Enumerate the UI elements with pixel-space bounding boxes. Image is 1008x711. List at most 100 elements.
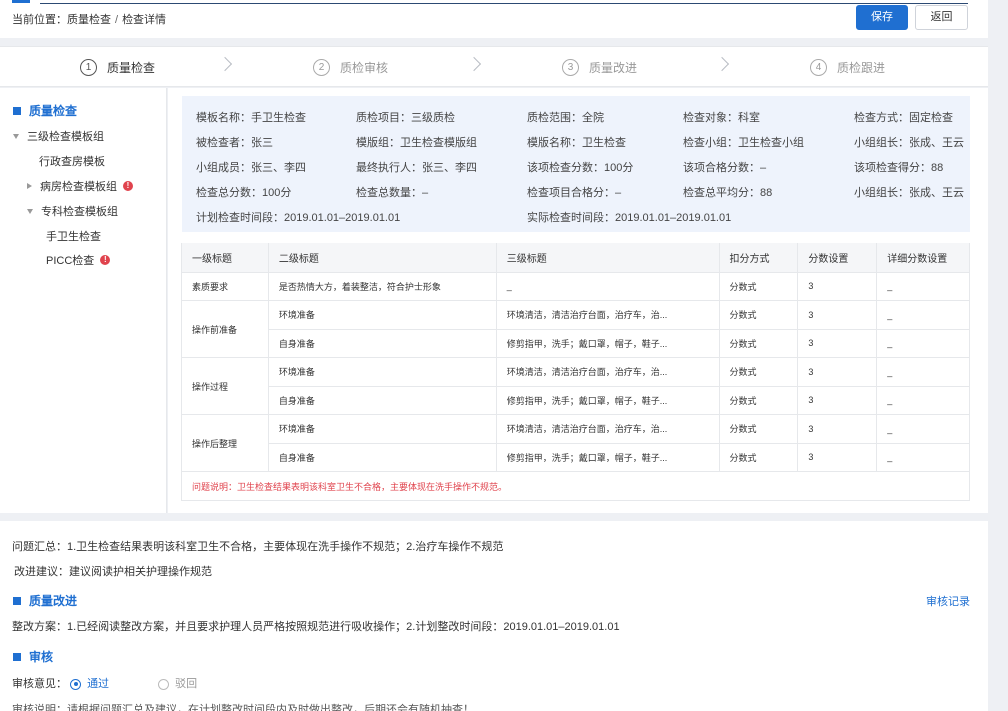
cell-level2: 环境准备 xyxy=(267,357,497,387)
review-section: 问题汇总：1.卫生检查结果表明该科室卫生不合格，主要体现在洗手操作不规范；2.治… xyxy=(0,521,988,711)
info-total-score: 检查总分数：100分 xyxy=(196,187,292,199)
tree-node-ward-group[interactable]: 病房检查模板组! xyxy=(27,178,133,194)
radio-pass-label[interactable]: 通过 xyxy=(87,678,109,690)
step-label: 质检审核 xyxy=(340,60,389,75)
info-leader-2: 小组组长：张成、王云 xyxy=(854,187,964,199)
info-avg-score: 检查总平均分：88 xyxy=(683,187,773,199)
tree-node-admin-round[interactable]: 行政查房模板 xyxy=(39,153,105,169)
cell-detail: _ xyxy=(876,272,970,301)
breadcrumb-prefix: 当前位置： xyxy=(12,14,67,26)
cell-score: 3 xyxy=(797,443,877,472)
caret-down-icon[interactable] xyxy=(13,133,19,139)
column-header: 分数设置 xyxy=(797,243,877,273)
warning-icon: ! xyxy=(123,181,133,191)
tree-node-specialty-group[interactable]: 专科检查模板组 xyxy=(27,203,118,219)
cell-level1: 素质要求 xyxy=(181,272,269,301)
table-row: 操作过程 环境准备 环境清洁，清洁治疗台面，治疗车，治... 分数式 3 _ xyxy=(181,357,970,415)
step-quality-followup[interactable]: 4 质检跟进 xyxy=(810,58,885,76)
save-button[interactable]: 保存 xyxy=(856,5,908,30)
table-row: 自身准备 修剪指甲，洗手；戴口罩，帽子，鞋子... 分数式 3 _ xyxy=(182,443,970,472)
cell-level2: 环境准备 xyxy=(267,300,497,330)
improvement-advice: 改进建议：建议阅读护相关护理操作规范 xyxy=(14,566,212,578)
score-table: 一级标题 二级标题 三级标题 扣分方式 分数设置 详细分数设置 素质要求 是否热… xyxy=(181,243,970,501)
step-label: 质量检查 xyxy=(107,60,156,75)
cell-level2: 自身准备 xyxy=(267,329,497,358)
cell-level1: 操作前准备 xyxy=(181,300,269,358)
chevron-right-icon xyxy=(217,56,233,72)
caret-down-icon[interactable] xyxy=(27,208,33,214)
cell-level3: 环境清洁，清洁治疗台面，治疗车，治... xyxy=(495,300,720,330)
back-button[interactable]: 返回 xyxy=(915,5,968,30)
info-template-group: 模版组：卫生检查模版组 xyxy=(356,137,477,149)
info-members: 小组成员：张三、李四 xyxy=(196,162,306,174)
section-marker-icon xyxy=(13,596,21,605)
cell-level2: 自身准备 xyxy=(267,386,497,415)
cell-level1: 操作后整理 xyxy=(181,414,269,472)
table-row: 素质要求 是否热情大方，着装整洁，符合护士形象 _ 分数式 3 _ xyxy=(181,272,970,301)
info-scope: 质检范围：全院 xyxy=(527,112,604,124)
breadcrumb-separator: / xyxy=(115,14,119,26)
table-row: 自身准备 修剪指甲，洗手；戴口罩，帽子，鞋子... 分数式 3 _ xyxy=(182,329,970,358)
cell-level3: 修剪指甲，洗手；戴口罩，帽子，鞋子... xyxy=(495,443,720,472)
cell-level2: 自身准备 xyxy=(267,443,497,472)
info-pass-score: 检查项目合格分：– xyxy=(527,187,622,199)
info-template-name2: 模版名称：卫生检查 xyxy=(527,137,626,149)
info-examinee: 被检查者：张三 xyxy=(196,137,273,149)
brand-mark xyxy=(12,0,30,3)
breadcrumb-level1[interactable]: 质量检查 xyxy=(67,14,111,26)
table-row: 操作前准备 环境准备 环境清洁，清洁治疗台面，治疗车，治... 分数式 3 _ xyxy=(181,300,970,358)
caret-right-icon[interactable] xyxy=(27,183,32,189)
table-header-row: 一级标题 二级标题 三级标题 扣分方式 分数设置 详细分数设置 xyxy=(181,243,970,273)
cell-method: 分数式 xyxy=(718,300,798,330)
tree-node-hand-hygiene[interactable]: 手卫生检查 xyxy=(46,228,101,244)
step-quality-improve[interactable]: 3 质量改进 xyxy=(562,58,637,76)
step-progress: 1 质量检查 2 质检审核 3 质量改进 4 质检跟进 xyxy=(0,46,988,87)
step-label: 质量改进 xyxy=(589,60,638,75)
cell-level3: 环境清洁，清洁治疗台面，治疗车，治... xyxy=(495,414,720,444)
info-plan-time: 计划检查时间段：2019.01.01–2019.01.01 xyxy=(196,212,401,224)
top-bar: 当前位置：质量检查 / 检查详情 保存 返回 xyxy=(0,0,988,38)
info-item-score: 该项检查得分：88 xyxy=(854,162,944,174)
audit-opinion: 审核意见： 通过 驳回 xyxy=(12,675,197,691)
column-header: 二级标题 xyxy=(267,243,497,273)
step-label: 质检跟进 xyxy=(837,60,886,75)
cell-score: 3 xyxy=(797,386,877,415)
cell-level3: 环境清洁，清洁治疗台面，治疗车，治... xyxy=(495,357,720,387)
cell-method: 分数式 xyxy=(718,386,798,415)
chevron-right-icon xyxy=(466,56,482,72)
tree-node-level3-group[interactable]: 三级检查模板组 xyxy=(13,128,104,144)
cell-score: 3 xyxy=(797,329,877,358)
problem-note: 问题说明：卫生检查结果表明该科室卫生不合格，主要体现在洗手操作不规范。 xyxy=(181,471,970,501)
radio-reject-label[interactable]: 驳回 xyxy=(175,678,197,690)
info-template-name: 模板名称：手卫生检查 xyxy=(196,112,306,124)
info-total-count: 检查总数量：– xyxy=(356,187,429,199)
section-marker-icon xyxy=(13,652,21,661)
step-quality-review[interactable]: 2 质检审核 xyxy=(313,58,388,76)
info-executor: 最终执行人：张三、李四 xyxy=(356,162,477,174)
cell-detail: _ xyxy=(876,386,970,415)
tree-node-picc[interactable]: PICC检查! xyxy=(46,252,111,268)
cell-level3: 修剪指甲，洗手；戴口罩，帽子，鞋子... xyxy=(495,386,720,415)
step-number: 1 xyxy=(80,58,97,76)
breadcrumb-level2: 检查详情 xyxy=(122,14,167,26)
column-header: 扣分方式 xyxy=(718,243,798,273)
improvement-plan: 整改方案：1.已经阅读整改方案，并且要求护理人员严格按照规范进行吸收操作；2.计… xyxy=(12,621,620,633)
template-tree: 质量检查 三级检查模板组 行政查房模板 病房检查模板组! 专科检查模板组 手卫生… xyxy=(0,88,167,513)
table-row: 操作后整理 环境准备 环境清洁，清洁治疗台面，治疗车，治... 分数式 3 _ xyxy=(181,414,970,472)
cell-method: 分数式 xyxy=(718,329,798,358)
radio-pass[interactable] xyxy=(70,678,82,690)
column-header: 一级标题 xyxy=(181,243,269,273)
cell-level2: 环境准备 xyxy=(267,414,497,444)
cell-level3: 修剪指甲，洗手；戴口罩，帽子，鞋子... xyxy=(495,329,720,358)
table-row: 自身准备 修剪指甲，洗手；戴口罩，帽子，鞋子... 分数式 3 _ xyxy=(182,386,970,415)
step-number: 3 xyxy=(562,58,579,76)
audit-record-link[interactable]: 审核记录 xyxy=(926,593,970,609)
cell-score: 3 xyxy=(797,357,877,387)
cell-detail: _ xyxy=(876,443,970,472)
radio-reject[interactable] xyxy=(158,678,170,690)
cell-level1: 操作过程 xyxy=(181,357,269,415)
improve-section-title: 质量改进 xyxy=(13,592,77,609)
step-quality-check[interactable]: 1 质量检查 xyxy=(80,58,155,76)
warning-icon: ! xyxy=(100,255,111,265)
cell-method: 分数式 xyxy=(718,357,798,387)
